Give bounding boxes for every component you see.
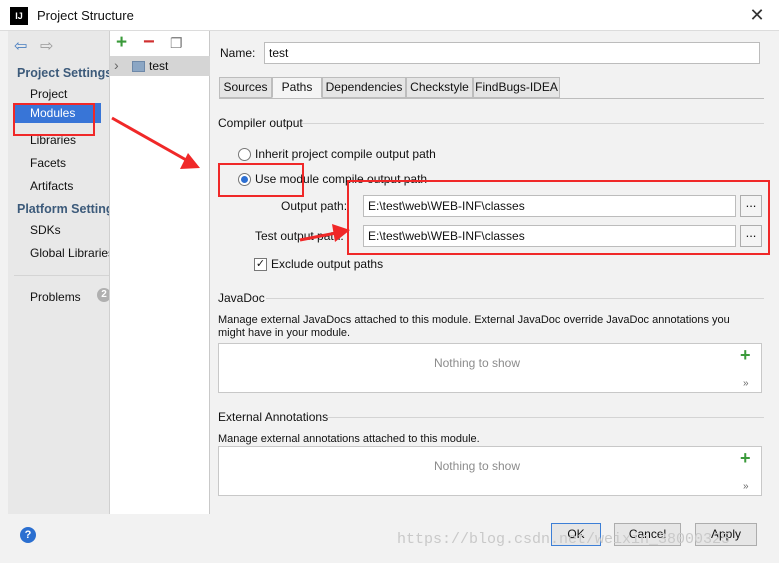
watermark: https://blog.csdn.net/weixin_38000325 bbox=[397, 531, 731, 548]
arrow-line-2 bbox=[299, 231, 337, 242]
arrow-head-2 bbox=[332, 224, 350, 242]
arrow-head-1 bbox=[180, 153, 200, 169]
annotation-arrows bbox=[111, 116, 350, 242]
arrow-line-1 bbox=[111, 116, 189, 163]
